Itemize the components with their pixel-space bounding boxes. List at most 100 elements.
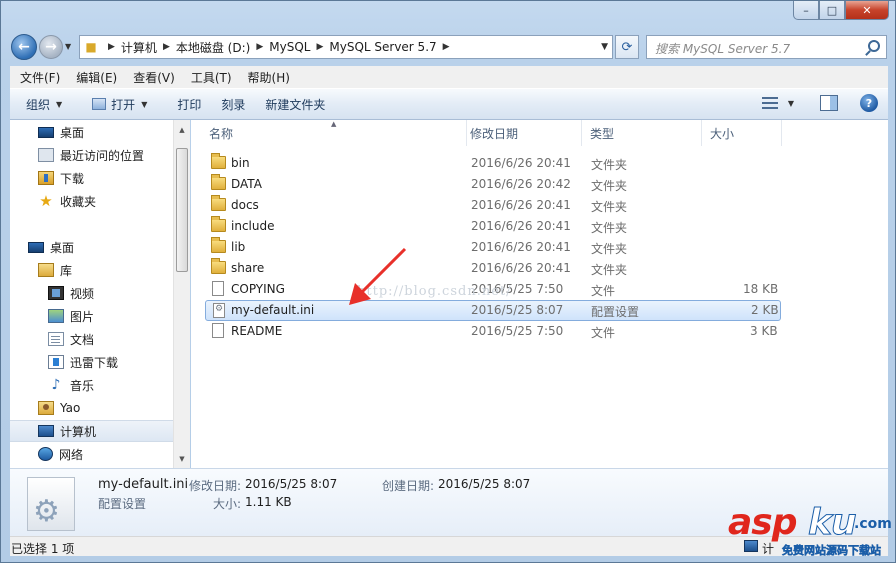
file-row-share[interactable]: share 2016/6/26 20:41 文件夹: [205, 258, 781, 279]
view-dropdown-icon[interactable]: ▼: [788, 99, 794, 108]
breadcrumb-separator-icon[interactable]: ▶: [102, 42, 121, 52]
nav-item-music[interactable]: ♪ 音乐: [10, 374, 173, 396]
scroll-up-arrow-icon[interactable]: ▲: [174, 122, 190, 138]
nav-item-documents[interactable]: 文档: [10, 328, 173, 350]
nav-item-libraries[interactable]: 库: [10, 259, 173, 281]
file-row-lib[interactable]: lib 2016/6/26 20:41 文件夹: [205, 237, 781, 258]
config-file-large-icon: [27, 477, 75, 531]
open-button[interactable]: 打开 ▼: [82, 89, 157, 119]
nav-item-favorites[interactable]: ★ 收藏夹: [10, 190, 173, 212]
file-row-readme[interactable]: README 2016/5/25 7:50 文件 3 KB: [205, 321, 781, 342]
nav-item-downloads[interactable]: 下载: [10, 167, 173, 189]
nav-item-computer[interactable]: 计算机: [10, 420, 173, 442]
scrollbar-thumb[interactable]: [176, 148, 188, 272]
menu-tools[interactable]: 工具(T): [183, 69, 240, 86]
maximize-button[interactable]: □: [819, 1, 845, 20]
file-name: docs: [231, 198, 259, 212]
change-view-icon[interactable]: [761, 96, 778, 110]
breadcrumb-separator-icon[interactable]: ▶: [157, 42, 176, 52]
computer-icon: [38, 425, 54, 437]
file-name: lib: [231, 240, 246, 254]
help-icon[interactable]: ?: [860, 94, 878, 112]
preview-pane-icon[interactable]: [820, 95, 838, 111]
view-controls: ▼ ?: [761, 94, 878, 112]
column-header-modified[interactable]: 修改日期: [462, 120, 582, 146]
address-bar[interactable]: ■ ▶ 计算机 ▶ 本地磁盘 (D:) ▶ MySQL ▶ MySQL Serv…: [79, 35, 613, 59]
menu-view[interactable]: 查看(V): [125, 69, 183, 86]
nav-item-network[interactable]: 网络: [10, 443, 173, 465]
breadcrumb: ▶ 计算机 ▶ 本地磁盘 (D:) ▶ MySQL ▶ MySQL Server…: [102, 36, 456, 58]
file-modified: 2016/6/26 20:41: [471, 156, 571, 170]
organize-button[interactable]: 组织 ▼: [10, 89, 72, 119]
file-row-my-default-ini[interactable]: my-default.ini 2016/5/25 8:07 配置设置 2 KB: [205, 300, 781, 321]
print-button[interactable]: 打印: [167, 89, 211, 119]
file-name: share: [231, 261, 265, 275]
folder-icon: [211, 258, 226, 274]
search-input[interactable]: 搜索 MySQL Server 5.7: [646, 35, 887, 59]
column-header-size[interactable]: 大小: [702, 120, 782, 146]
file-type: 文件夹: [591, 158, 628, 172]
refresh-button[interactable]: ⟳: [615, 35, 639, 59]
nav-label: 下载: [60, 171, 85, 186]
nav-item-videos[interactable]: 视频: [10, 282, 173, 304]
breadcrumb-mysql[interactable]: MySQL: [269, 40, 310, 54]
nav-label: 库: [60, 263, 73, 278]
column-header-name[interactable]: 名称: [201, 120, 467, 146]
nav-item-desktop-fav[interactable]: 桌面: [10, 121, 173, 143]
close-button[interactable]: ✕: [845, 1, 889, 20]
red-annotation-arrow-icon: [349, 247, 407, 305]
new-folder-button[interactable]: 新建文件夹: [255, 89, 335, 119]
back-arrow-icon: ←: [18, 39, 30, 55]
file-row-docs[interactable]: docs 2016/6/26 20:41 文件夹: [205, 195, 781, 216]
menu-bar: 文件(F) 编辑(E) 查看(V) 工具(T) 帮助(H): [10, 66, 888, 88]
open-label: 打开: [111, 97, 136, 112]
details-created-label: 创建日期:: [382, 479, 435, 493]
site-logo: asp ku .com 免费网站源码下载站: [728, 502, 894, 560]
menu-file[interactable]: 文件(F): [12, 69, 68, 86]
file-name: include: [231, 219, 275, 233]
nav-item-pictures[interactable]: 图片: [10, 305, 173, 327]
file-type: 文件夹: [591, 242, 628, 256]
nav-label: 收藏夹: [60, 194, 97, 209]
nav-item-thunder-downloads[interactable]: 迅雷下载: [10, 351, 173, 373]
nav-label: 桌面: [60, 125, 85, 140]
breadcrumb-computer[interactable]: 计算机: [121, 39, 157, 56]
breadcrumb-drive-d[interactable]: 本地磁盘 (D:): [176, 39, 250, 56]
address-dropdown-icon[interactable]: ▼: [601, 42, 608, 52]
recent-pages-dropdown[interactable]: ▼: [65, 42, 71, 51]
details-size-value: 1.11 KB: [245, 495, 292, 509]
menu-help[interactable]: 帮助(H): [240, 69, 298, 86]
network-icon: [38, 447, 53, 461]
nav-item-desktop[interactable]: 桌面: [10, 236, 173, 258]
navigation-scrollbar[interactable]: ▲ ▼: [173, 120, 190, 468]
back-button[interactable]: ←: [11, 34, 37, 60]
breadcrumb-separator-icon[interactable]: ▶: [310, 42, 329, 52]
menu-edit[interactable]: 编辑(E): [68, 69, 125, 86]
column-header-type[interactable]: 类型: [582, 120, 702, 146]
breadcrumb-mysql-server[interactable]: MySQL Server 5.7: [329, 40, 436, 54]
breadcrumb-separator-icon[interactable]: ▶: [437, 42, 456, 52]
nav-label: 文档: [70, 332, 95, 347]
forward-button[interactable]: →: [39, 35, 63, 59]
nav-item-user-yao[interactable]: Yao: [10, 397, 173, 419]
chevron-down-icon: ▼: [141, 99, 148, 109]
file-row-data[interactable]: DATA 2016/6/26 20:42 文件夹: [205, 174, 781, 195]
file-size: 2 KB: [751, 303, 779, 317]
search-icon[interactable]: [868, 40, 880, 52]
address-row: ← → ▼ ■ ▶ 计算机 ▶ 本地磁盘 (D:) ▶ MySQL ▶ MySQ…: [1, 31, 895, 63]
details-modified-label: 修改日期:: [189, 479, 242, 493]
breadcrumb-separator-icon[interactable]: ▶: [250, 42, 269, 52]
file-row-include[interactable]: include 2016/6/26 20:41 文件夹: [205, 216, 781, 237]
nav-item-recent-places[interactable]: 最近访问的位置: [10, 144, 173, 166]
nav-label: 迅雷下载: [70, 355, 119, 370]
navigation-pane: 桌面 最近访问的位置 下载 ★ 收藏夹 桌面 库 视频 图片 文档 迅雷下载 ♪ 音…: [10, 120, 173, 468]
minimize-button[interactable]: –: [793, 1, 819, 20]
logo-asp-text: asp: [728, 502, 797, 543]
logo-tagline: 免费网站源码下载站: [782, 544, 882, 558]
folder-icon: ■: [85, 40, 97, 54]
scroll-down-arrow-icon[interactable]: ▼: [174, 451, 190, 467]
file-row-bin[interactable]: bin 2016/6/26 20:41 文件夹: [205, 153, 781, 174]
burn-button[interactable]: 刻录: [211, 89, 255, 119]
details-created-value: 2016/5/25 8:07: [438, 477, 531, 491]
folder-icon: [211, 174, 226, 190]
